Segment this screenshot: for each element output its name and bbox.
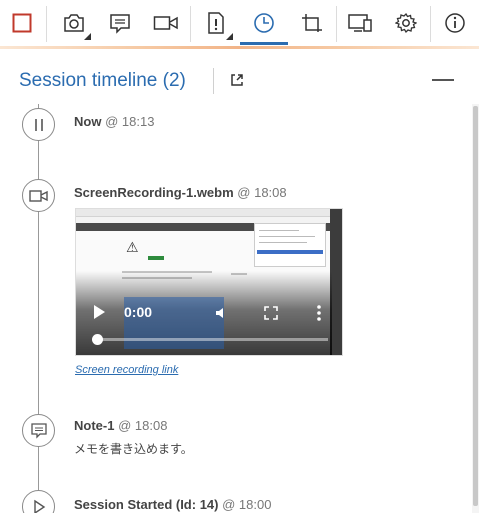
timeline-node-now [22,108,55,141]
add-note-button[interactable] [100,0,140,46]
video-thumbnail-panel [254,223,326,267]
record-video-button[interactable] [146,0,186,46]
timeline-button[interactable] [240,0,288,46]
pause-icon [34,118,43,131]
active-tab-indicator [240,42,288,45]
rotate-button[interactable] [292,0,332,46]
more-options-icon[interactable] [316,304,322,327]
entry-session-title: Session Started (Id: 14) @ 18:00 [74,497,271,512]
entry-time: @ 18:13 [105,114,155,129]
timeline-node-session-start [22,490,55,513]
entry-note-title: Note-1 @ 18:08 [74,418,167,433]
header-separator [213,68,214,94]
dropdown-corner-icon [84,33,91,40]
video-thumbnail-button [148,256,164,260]
entry-time: @ 18:08 [118,418,168,433]
video-icon [153,16,178,30]
video-current-time: 0:00 [124,304,153,320]
video-thumbnail-urlbar [76,209,342,217]
report-bug-button[interactable] [196,0,236,46]
timeline-node-note [22,414,55,447]
external-link-icon [231,74,243,86]
entry-name: ScreenRecording-1.webm [74,185,234,200]
stop-recording-button[interactable] [4,0,40,46]
video-progress-knob[interactable] [92,334,103,345]
capture-screenshot-button[interactable] [54,0,94,46]
entry-name: Now [74,114,102,129]
volume-icon[interactable] [214,305,230,326]
video-icon [28,189,48,202]
info-icon [445,13,465,33]
toolbar-separator [430,6,431,42]
gear-icon [395,12,417,34]
device-button[interactable] [340,0,380,46]
timeline-node-recording [22,179,55,212]
popout-button[interactable] [230,73,244,92]
camera-icon [64,14,84,32]
toolbar-separator [336,6,337,42]
dropdown-corner-icon [226,33,233,40]
screen-recording-link[interactable]: Screen recording link [75,364,178,376]
bug-report-icon [208,12,224,34]
toolbar-separator [46,6,47,42]
toolbar [0,0,479,46]
timeline-line [38,104,39,513]
note-icon [110,14,130,34]
minimize-button[interactable] [432,79,454,81]
video-player[interactable]: ⚠ 0:00 [75,208,343,356]
fullscreen-icon[interactable] [263,305,279,326]
panel-header: Session timeline (2) [0,58,479,104]
crop-rotate-icon [302,14,322,32]
scrollbar-thumb[interactable] [473,106,478,506]
timeline: Now @ 18:13 ScreenRecording-1.webm @ 18:… [0,104,472,513]
entry-time: @ 18:00 [222,497,272,512]
settings-button[interactable] [386,0,426,46]
entry-time: @ 18:08 [237,185,287,200]
video-progress-bar[interactable] [96,338,328,341]
device-icon [348,14,372,32]
toolbar-separator [190,6,191,42]
play-icon[interactable] [94,305,105,319]
page-title: Session timeline (2) [19,70,186,91]
entry-recording-title: ScreenRecording-1.webm @ 18:08 [74,185,287,200]
note-body: メモを書き込めます。 [74,442,193,456]
stop-square-icon [12,13,32,33]
clock-icon [254,13,274,33]
entry-name: Note-1 [74,418,115,433]
play-icon [33,499,45,513]
entry-now-title: Now @ 18:13 [74,114,154,129]
video-thumbnail-logo: ⚠ [126,239,139,255]
info-button[interactable] [436,0,474,46]
note-icon [30,422,47,439]
entry-name: Session Started (Id: 14) [74,497,219,512]
toolbar-accent-line [0,46,479,49]
